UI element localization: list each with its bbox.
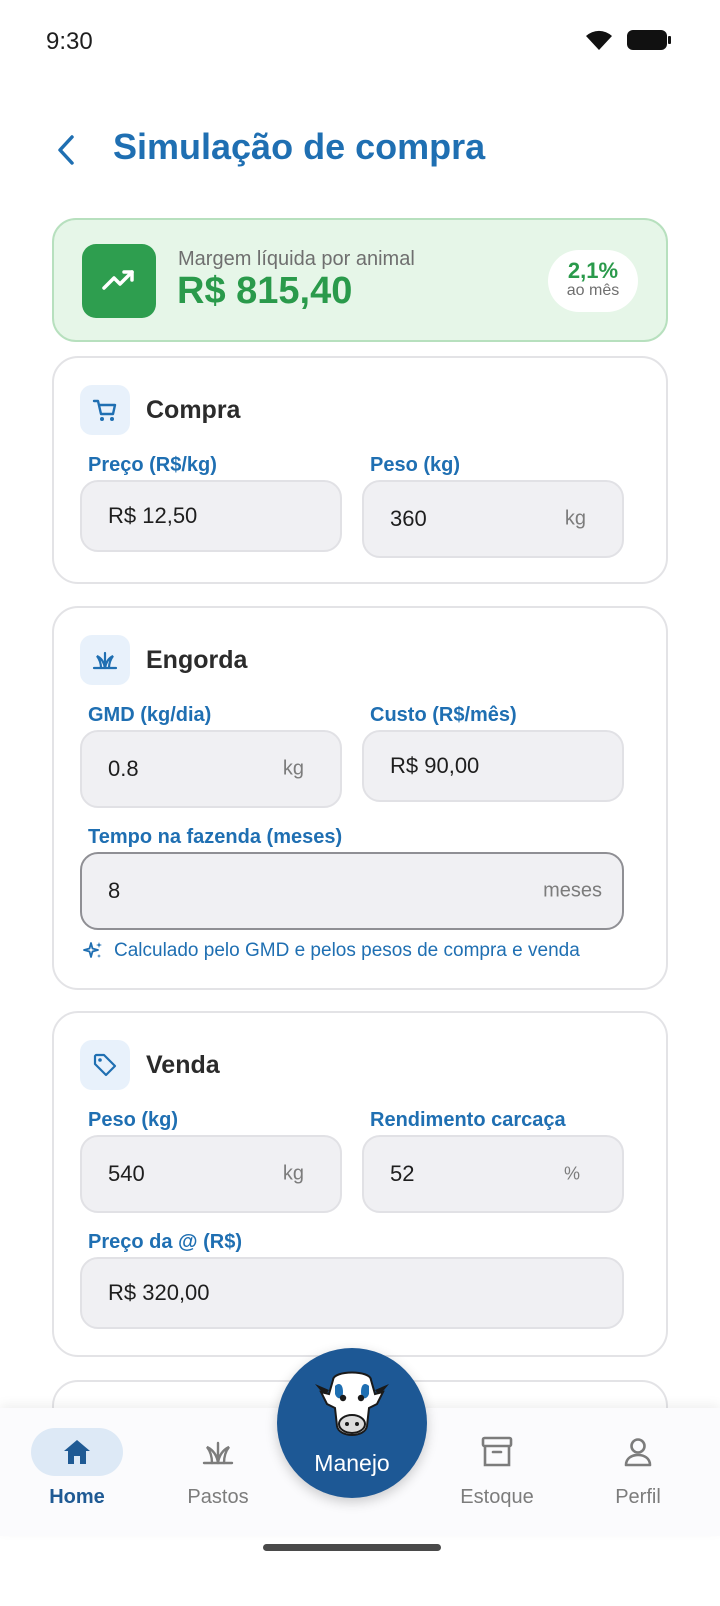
monthly-rate-value: 2,1% [567,258,619,283]
arroba-price-input[interactable]: R$ 320,00 [80,1257,624,1329]
gmd-label: GMD (kg/dia) [88,704,212,726]
cart-icon [80,385,130,435]
cost-label: Custo (R$/mês) [370,704,517,726]
arroba-price-value: R$ 320,00 [108,1280,210,1305]
battery-icon [627,30,671,50]
venda-header: Venda [80,1039,220,1091]
nav-home-label: Home [49,1486,105,1508]
gmd-input[interactable]: 0.8 kg [80,730,342,808]
nav-item-pastos[interactable]: Pastos [158,1408,278,1536]
venda-card: Venda Peso (kg) 540 kg Rendimento carcaç… [52,1011,668,1357]
time-hint: Calculado pelo GMD e pelos pesos de comp… [82,940,580,962]
nav-item-perfil[interactable]: Perfil [578,1408,698,1536]
arroba-price-label: Preço da @ (R$) [88,1231,242,1253]
time-value: 8 [108,878,121,903]
nav-item-home[interactable]: Home [17,1408,137,1536]
archive-icon [481,1436,513,1467]
compra-weight-label: Peso (kg) [370,454,461,476]
gmd-value: 0.8 [108,756,139,781]
compra-header: Compra [80,384,240,436]
trending-up-icon [82,244,156,318]
status-bar: 9:30 [0,0,720,88]
page-header: Simulação de compra [0,110,720,190]
monthly-rate-badge: 2,1% ao mês [548,250,638,312]
chevron-left-icon [58,135,74,165]
nav-pastos-label: Pastos [187,1486,249,1508]
compra-weight-suffix: kg [564,507,586,530]
engorda-header: Engorda [80,634,247,686]
back-button[interactable] [46,128,86,172]
venda-weight-value: 540 [108,1161,145,1186]
time-label: Tempo na fazenda (meses) [88,826,343,848]
nav-home-pill [31,1428,123,1476]
compra-price-label: Preço (R$/kg) [88,454,217,476]
status-icons [584,28,672,52]
time-hint-text: Calculado pelo GMD e pelos pesos de comp… [114,940,580,961]
grass-icon [80,635,130,685]
compra-card: Compra Preço (R$/kg) R$ 12,50 Peso (kg) … [52,356,668,584]
grass-icon [202,1441,234,1465]
margin-summary-card: Margem líquida por animal R$ 815,40 2,1%… [52,218,668,342]
venda-weight-suffix: kg [282,1162,304,1185]
compra-price-value: R$ 12,50 [108,503,198,528]
yield-suffix: % [563,1163,580,1184]
person-icon [624,1438,652,1467]
compra-weight-input[interactable]: 360 kg [362,480,624,558]
margin-value: R$ 815,40 [177,270,353,312]
wifi-icon [586,30,612,50]
home-indicator [263,1544,441,1551]
margin-label: Margem líquida por animal [178,248,415,270]
home-icon [64,1440,90,1464]
venda-weight-label: Peso (kg) [88,1109,179,1131]
manejo-fab-button[interactable]: Manejo [277,1348,427,1498]
engorda-title: Engorda [146,645,248,674]
cow-icon [315,1371,389,1436]
venda-title: Venda [146,1050,220,1079]
cost-value: R$ 90,00 [390,753,480,778]
monthly-rate-caption: ao mês [566,282,620,299]
yield-input[interactable]: 52 % [362,1135,624,1213]
nav-item-estoque[interactable]: Estoque [437,1408,557,1536]
status-time: 9:30 [46,28,93,55]
sparkle-icon [83,942,102,958]
compra-title: Compra [146,395,241,424]
tag-icon [80,1040,130,1090]
time-suffix: meses [543,879,602,902]
nav-perfil-label: Perfil [615,1486,661,1508]
cost-input[interactable]: R$ 90,00 [362,730,624,802]
nav-estoque-label: Estoque [460,1486,534,1508]
yield-label: Rendimento carcaça [370,1109,566,1131]
compra-weight-value: 360 [390,506,427,531]
compra-price-input[interactable]: R$ 12,50 [80,480,342,552]
page-title: Simulação de compra [113,126,486,167]
manejo-fab-label: Manejo [314,1450,390,1476]
yield-value: 52 [390,1161,415,1186]
engorda-card: Engorda GMD (kg/dia) 0.8 kg Custo (R$/mê… [52,606,668,990]
venda-weight-input[interactable]: 540 kg [80,1135,342,1213]
gmd-suffix: kg [282,757,304,780]
time-input[interactable]: 8 meses [80,852,624,930]
